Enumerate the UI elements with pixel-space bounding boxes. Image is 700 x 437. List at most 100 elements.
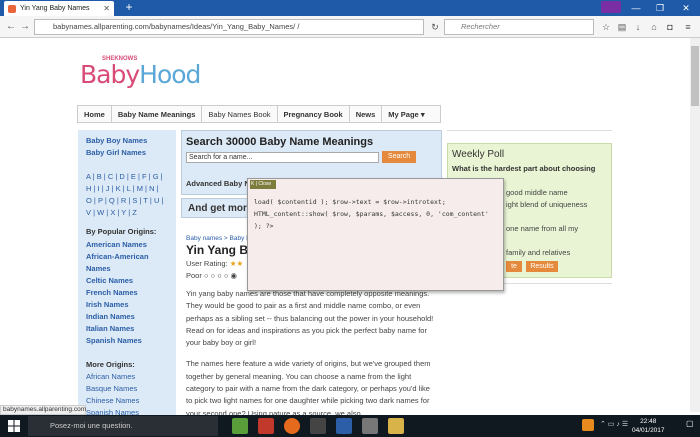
main-menu: Home Baby Name Meanings Baby Names Book … <box>77 105 441 123</box>
menu-home[interactable]: Home <box>78 106 112 122</box>
breadcrumb[interactable]: Baby names > Baby N <box>186 235 251 242</box>
popup-code-line: load( $contentid ); $row->text = $row->i… <box>254 198 446 206</box>
babyhood-logo[interactable]: SHEKNOWS BabyHood <box>80 56 201 96</box>
taskbar-search[interactable]: Posez-moi une question. <box>28 416 218 436</box>
vote-button[interactable]: te <box>506 261 522 272</box>
search-title: Search 30000 Baby Name Meanings <box>186 136 374 148</box>
tray-icons[interactable]: ⌃ ▭ ♪ ☰ <box>600 420 628 428</box>
alpha-row[interactable]: V | W | X | Y | Z <box>86 208 137 217</box>
poll-option[interactable]: family and relatives <box>506 248 570 257</box>
search-button[interactable]: Search <box>382 151 416 163</box>
calculator-icon[interactable] <box>362 418 378 434</box>
page-title: Yin Yang Ba <box>186 243 255 257</box>
maximize-icon[interactable]: ❐ <box>650 0 670 16</box>
new-tab-button[interactable]: + <box>122 0 136 16</box>
rating-radio[interactable]: ○ <box>204 271 209 280</box>
extension-icon[interactable] <box>601 1 621 13</box>
back-icon[interactable]: ← <box>4 20 18 34</box>
rating-radio[interactable]: ○ <box>211 271 216 280</box>
logo-part2: Hood <box>139 60 201 89</box>
origin-link[interactable]: African-American <box>86 252 149 261</box>
download-icon[interactable]: ↓ <box>632 21 644 33</box>
forward-icon[interactable]: → <box>18 20 32 34</box>
poll-option[interactable]: ight blend of uniqueness <box>506 200 587 209</box>
rating-radio[interactable]: ○ <box>224 271 229 280</box>
browser-search-input[interactable]: Rechercher <box>444 19 594 35</box>
sidebar-baby-boy-names[interactable]: Baby Boy Names <box>86 136 147 145</box>
origin-link[interactable]: Names <box>86 264 111 273</box>
advanced-search-link[interactable]: Advanced Baby N <box>186 179 250 188</box>
code-popup: K | Close load( $contentid ); $row->text… <box>247 178 504 291</box>
home-icon[interactable]: ⌂ <box>648 21 660 33</box>
origin-link[interactable]: Italian Names <box>86 324 134 333</box>
name-search-input[interactable]: Search for a name... <box>186 152 379 163</box>
sidebar: Baby Boy Names Baby Girl Names A | B | C… <box>78 130 176 420</box>
tray-app-icon[interactable] <box>582 419 594 431</box>
poll-header <box>447 130 612 140</box>
app-icon[interactable] <box>310 418 326 434</box>
url-text: babynames.allparenting.com/babynames/Ide… <box>53 22 300 31</box>
browser-tab[interactable]: Yin Yang Baby Names ✕ <box>4 1 114 16</box>
poll-option[interactable]: good middle name <box>506 188 568 197</box>
address-bar[interactable]: babynames.allparenting.com/babynames/Ide… <box>34 19 424 35</box>
logo-part1: Baby <box>80 60 140 89</box>
menu-baby-name-meanings[interactable]: Baby Name Meanings <box>112 106 203 122</box>
rating-label: User Rating: <box>186 259 228 268</box>
firefox-icon[interactable] <box>284 418 300 434</box>
close-tab-icon[interactable]: ✕ <box>103 4 110 13</box>
reading-list-icon[interactable]: ▤ <box>616 21 628 33</box>
rating-stars-icon: ★★ <box>229 259 244 268</box>
taskbar-clock[interactable]: 22:48 04/01/2017 <box>632 417 665 435</box>
clock-time: 22:48 <box>640 418 657 425</box>
windows-start-icon[interactable] <box>8 420 20 432</box>
chevron-down-icon: ▾ <box>420 110 425 119</box>
rating-radio[interactable]: ○ <box>217 271 222 280</box>
alpha-row[interactable]: H | I | J | K | L | M | N | <box>86 184 159 193</box>
rating-radio[interactable]: ◉ <box>230 271 237 280</box>
menu-my-page[interactable]: My Page ▾ <box>382 106 430 122</box>
popup-close-button[interactable]: K | Close <box>250 180 276 189</box>
alpha-row[interactable]: A | B | C | D | E | F | G | <box>86 172 163 181</box>
alpha-row[interactable]: O | P | Q | R | S | T | U | <box>86 196 163 205</box>
scrollbar-thumb[interactable] <box>691 46 699 106</box>
article-body: Yin yang baby names are those that have … <box>186 288 438 429</box>
word-icon[interactable] <box>336 418 352 434</box>
article-paragraph: Yin yang baby names are those that have … <box>186 289 434 348</box>
popup-code-line: HTML_content::show( $row, $params, $acce… <box>254 210 489 230</box>
reload-icon[interactable]: ↻ <box>428 19 442 35</box>
close-window-icon[interactable]: ✕ <box>676 0 696 16</box>
origin-link[interactable]: Indian Names <box>86 312 135 321</box>
origin-link[interactable]: American Names <box>86 240 147 249</box>
menu-pregnancy-book[interactable]: Pregnancy Book <box>278 106 350 122</box>
origin-link[interactable]: Celtic Names <box>86 276 133 285</box>
results-button[interactable]: Results <box>526 261 558 272</box>
poor-label: Poor <box>186 271 202 280</box>
menu-my-page-label: My Page <box>388 110 419 119</box>
poll-question: What is the hardest part about choosing <box>452 164 596 173</box>
menu-news[interactable]: News <box>350 106 383 122</box>
origin-link[interactable]: Spanish Names <box>86 336 142 345</box>
sidebar-baby-girl-names[interactable]: Baby Girl Names <box>86 148 146 157</box>
origin-link[interactable]: Irish Names <box>86 300 129 309</box>
pocket-icon[interactable]: ◘ <box>664 21 676 33</box>
app-icon[interactable] <box>232 418 248 434</box>
origin-link[interactable]: Basque Names <box>86 384 137 393</box>
status-bar: babynames.allparenting.com <box>0 405 86 415</box>
origin-link[interactable]: African Names <box>86 372 135 381</box>
minimize-icon[interactable]: — <box>626 0 646 16</box>
star-icon[interactable]: ☆ <box>600 21 612 33</box>
user-rating: User Rating: ★★ <box>186 259 243 268</box>
notification-icon[interactable]: ▢ <box>686 419 696 433</box>
poll-title: Weekly Poll <box>452 149 505 160</box>
clock-date: 04/01/2017 <box>632 427 665 434</box>
menu-icon[interactable]: ≡ <box>682 21 694 33</box>
rating-input: Poor ○ ○ ○ ○ ◉ <box>186 271 237 280</box>
app-icon[interactable] <box>258 418 274 434</box>
origin-link[interactable]: Chinese Names <box>86 396 139 405</box>
origin-link[interactable]: French Names <box>86 288 138 297</box>
menu-baby-names-book[interactable]: Baby Names Book <box>202 106 278 122</box>
favicon-icon <box>8 4 16 13</box>
folder-icon[interactable] <box>388 418 404 434</box>
poll-option[interactable]: one name from all my <box>506 224 578 233</box>
more-origins-heading: More Origins: <box>86 360 135 369</box>
